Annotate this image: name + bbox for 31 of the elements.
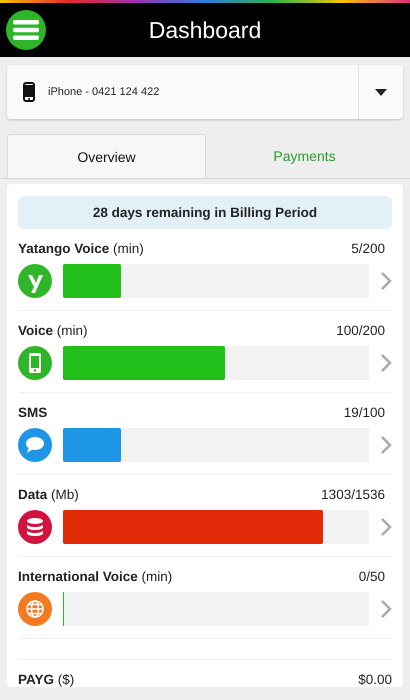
chevron-right-icon[interactable] [380,271,392,291]
phone-icon [18,346,52,380]
globe-icon [18,592,52,626]
usage-label: SMS [18,405,48,420]
billing-notice: 28 days remaining in Billing Period [18,196,392,229]
chevron-right-icon[interactable] [380,435,392,455]
usage-label: Yatango Voice (min) [18,241,144,256]
chevron-right-icon[interactable] [380,599,392,619]
letter-y-icon [18,264,52,298]
usage-reading: 100/200 [336,323,385,338]
usage-label: Data (Mb) [18,487,79,502]
chevron-right-icon[interactable] [380,517,392,537]
payg-amount: $0.00 [358,672,392,687]
usage-reading: 1303/1536 [321,487,385,502]
caret-icon [375,88,387,96]
menu-button[interactable] [6,10,46,50]
database-icon [18,510,52,544]
device-select[interactable]: iPhone - 0421 124 422 [7,65,403,119]
chevron-right-icon[interactable] [380,353,392,373]
menu-icon [13,20,39,40]
tab[interactable]: Overview [7,134,206,178]
usage-reading: 5/200 [351,241,385,256]
chat-bubble-icon [18,428,52,462]
device-value: iPhone - 0421 124 422 [48,86,160,98]
usage-label: Voice (min) [18,323,88,338]
usage-label: International Voice (min) [18,569,172,584]
page-title: Dashboard [148,16,262,44]
usage-reading: 19/100 [344,405,385,420]
payg-label: PAYG ($) [18,672,74,687]
phone-icon [23,82,35,102]
usage-reading: 0/50 [358,569,385,584]
